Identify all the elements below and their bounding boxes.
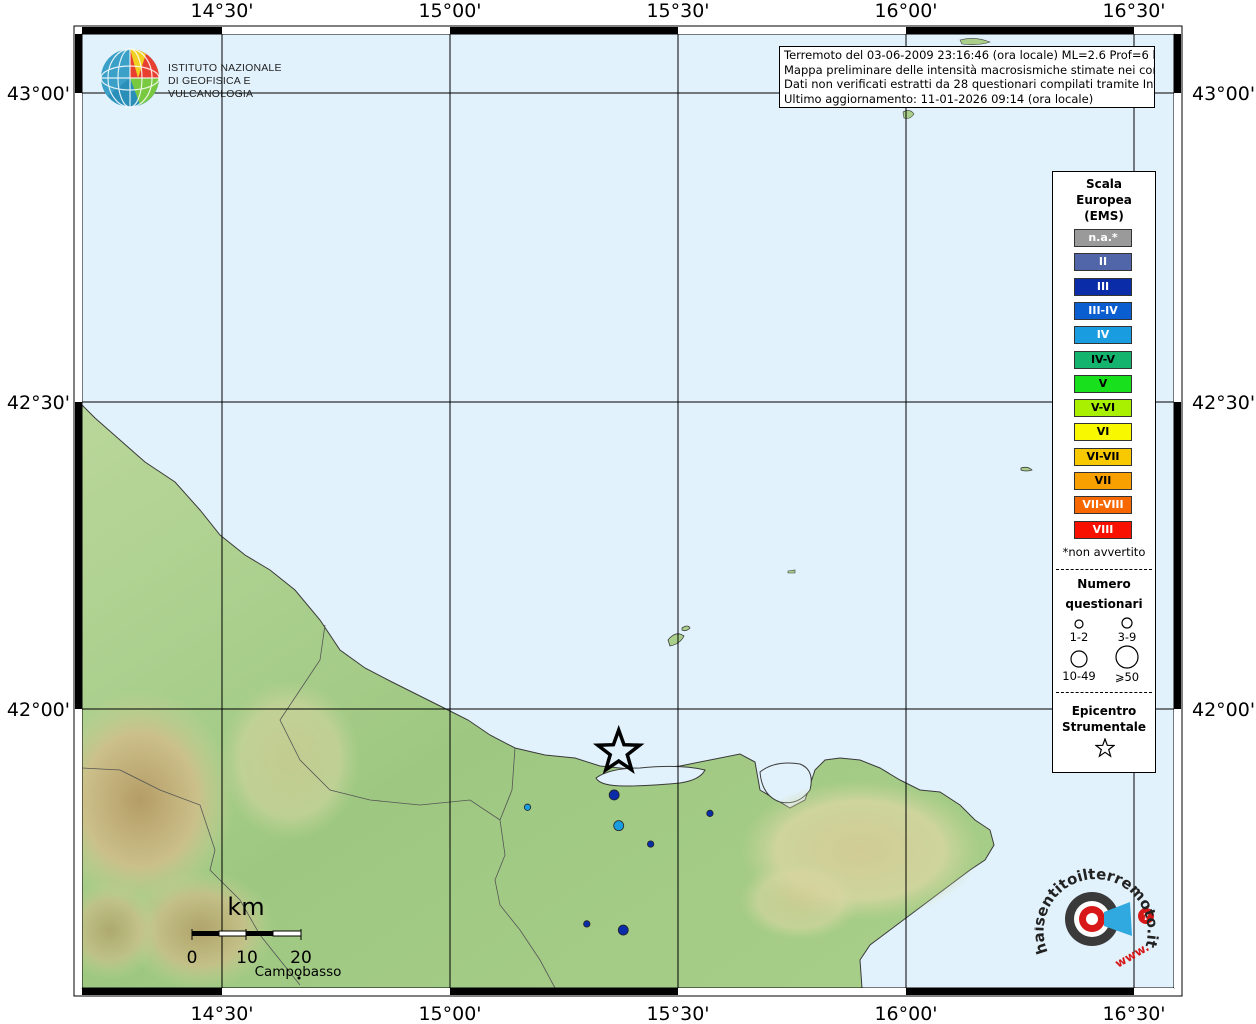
observation-point-5 (706, 809, 714, 817)
ingv-globe-icon (100, 48, 160, 108)
lon-label-bottom-2: 15°00' (418, 1003, 481, 1024)
lon-label-top-3: 15°30' (646, 0, 709, 22)
legend-class-iv-v: IV-V (1074, 350, 1132, 369)
lat-label-left-2: 42°30' (7, 392, 70, 414)
lat-label-left-1: 43°00' (7, 83, 70, 105)
ingv-name-line2: DI GEOFISICA E VULCANOLOGIA (168, 75, 254, 100)
observation-point-7 (617, 924, 629, 936)
observation-point-4 (647, 840, 655, 848)
lon-label-bottom-4: 16°00' (874, 1003, 937, 1024)
legend-epicenter-line1: Epicentro (1071, 704, 1137, 718)
lat-label-right-2: 42°30' (1192, 392, 1255, 414)
legend-count-title-line1: Numero (1077, 577, 1131, 591)
city-label: Campobasso (255, 964, 342, 980)
observation-point-6 (583, 920, 591, 928)
info-line-1: Terremoto del 03-06-2009 23:16:46 (ora l… (784, 48, 1155, 62)
lon-label-bottom-1: 14°30' (190, 1003, 253, 1024)
scale-unit: km (227, 893, 264, 921)
lon-label-top-4: 16°00' (874, 0, 937, 22)
legend-note: *non avvertito (1062, 545, 1146, 559)
legend-count-title: Numero questionari (1053, 574, 1155, 614)
legend-class-vii-viii: VII-VIII (1074, 496, 1132, 515)
legend-class-vi-vii: VI-VII (1074, 447, 1132, 466)
legend-epicenter-title: Epicentro Strumentale (1053, 703, 1155, 735)
legend-title-line3: (EMS) (1084, 209, 1124, 223)
lon-label-top-1: 14°30' (190, 0, 253, 22)
ingv-name-line1: ISTITUTO NAZIONALE (168, 62, 282, 74)
legend-class-iii-iv: III-IV (1074, 301, 1132, 320)
legend-title-line2: Europea (1076, 193, 1132, 207)
legend-class-v: V (1074, 374, 1132, 393)
lat-label-left-3: 42°00' (7, 699, 70, 721)
observation-point-1 (523, 803, 532, 811)
observation-point-3 (613, 820, 625, 832)
observation-point-2 (608, 789, 620, 801)
city-campobasso: Campobasso (255, 964, 342, 980)
haisentito-logo: ? haisentitoilterremoto.it www. (1029, 864, 1164, 976)
legend-count-title-line2: questionari (1065, 597, 1143, 611)
info-line-4: Ultimo aggiornamento: 11-01-2026 09:14 (… (784, 91, 1094, 106)
legend-class-vii: VII (1074, 472, 1132, 490)
legend-class-vi: VI (1074, 423, 1132, 442)
info-line-3: Dati non verificati estratti da 28 quest… (784, 77, 1155, 92)
legend-count-10-49: 10-49 (1062, 669, 1096, 683)
scale-tick-0: 0 (187, 948, 198, 968)
event-info-box: Terremoto del 03-06-2009 23:16:46 (ora l… (779, 46, 1155, 108)
legend-class-v-vi: V-VI (1074, 399, 1132, 418)
lon-label-bottom-5: 16°30' (1102, 1003, 1165, 1024)
legend-epicenter-line2: Strumentale (1061, 720, 1147, 734)
intensity-legend: Scala Europea (EMS) n.a.* II III III-IV IV IV… (1052, 171, 1156, 773)
legend-title-line1: Scala (1085, 177, 1123, 191)
ingv-logo: ISTITUTO NAZIONALE DI GEOFISICA E VULCAN… (100, 48, 320, 108)
legend-class-iii: III (1074, 277, 1132, 296)
legend-class-viii: VIII (1074, 520, 1132, 539)
legend-count-50: ⩾50 (1114, 670, 1140, 684)
legend-count-3-9: 3-9 (1117, 630, 1137, 644)
legend-title: Scala Europea (EMS) (1053, 176, 1155, 224)
lon-label-top-5: 16°30' (1102, 0, 1165, 22)
legend-class-n-a: n.a.* (1074, 229, 1132, 247)
haisentito-icon: ? haisentitoilterremoto.it www. (1029, 865, 1161, 971)
info-line-2: Mappa preliminare delle intensità macros… (784, 62, 1155, 77)
legend-class-ii: II (1074, 253, 1132, 272)
legend-count-1-2: 1-2 (1069, 630, 1089, 644)
lat-label-right-3: 42°00' (1192, 699, 1255, 721)
lon-label-bottom-3: 15°30' (646, 1003, 709, 1024)
lon-label-top-2: 15°00' (418, 0, 481, 22)
haisentito-www: www. (1113, 940, 1152, 971)
lat-label-right-1: 43°00' (1192, 83, 1255, 105)
legend-star-icon (1095, 738, 1115, 758)
legend-class-iv: IV (1074, 326, 1132, 345)
